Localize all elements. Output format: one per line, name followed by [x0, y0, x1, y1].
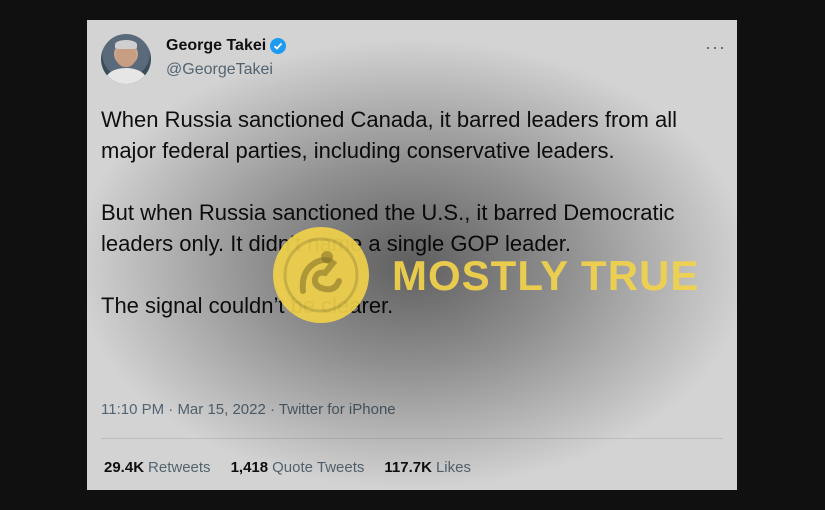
user-handle[interactable]: @GeorgeTakei — [166, 61, 273, 79]
author-row: George Takei — [166, 37, 287, 55]
tweet-meta: 11:10 PM · Mar 15, 2022 · Twitter for iP… — [101, 401, 396, 418]
meta-separator: · — [270, 401, 275, 418]
tweet-card: George Takei @GeorgeTakei ··· When Russi… — [87, 20, 737, 490]
likes-label: Likes — [435, 459, 471, 476]
verified-badge-icon — [270, 38, 287, 54]
display-name[interactable]: George Takei — [166, 37, 266, 55]
meta-separator: · — [168, 401, 174, 418]
divider — [101, 438, 723, 439]
retweets-stat[interactable]: 29.4K Retweets — [104, 459, 211, 476]
retweets-count: 29.4K — [104, 459, 145, 476]
tweet-date[interactable]: Mar 15, 2022 — [177, 401, 265, 418]
quote-tweets-stat[interactable]: 1,418 Quote Tweets — [231, 459, 365, 476]
avatar-hair — [115, 40, 137, 49]
verdict-label: MOSTLY TRUE — [392, 252, 700, 299]
likes-stat[interactable]: 117.7K Likes — [384, 459, 471, 476]
avatar-shirt — [106, 68, 146, 84]
retweets-label: Retweets — [148, 459, 211, 476]
tweet-stats: 29.4K Retweets 1,418 Quote Tweets 117.7K Li… — [104, 459, 491, 476]
avatar[interactable] — [101, 34, 151, 84]
quote-tweets-count: 1,418 — [230, 459, 269, 476]
likes-count: 117.7K — [384, 459, 432, 476]
tweet-source[interactable]: Twitter for iPhone — [279, 401, 396, 418]
quote-tweets-label: Quote Tweets — [272, 459, 365, 476]
truth-o-meter-logo-icon — [273, 227, 369, 323]
tweet-time[interactable]: 11:10 PM — [101, 401, 164, 418]
more-options-icon[interactable]: ··· — [705, 37, 726, 58]
